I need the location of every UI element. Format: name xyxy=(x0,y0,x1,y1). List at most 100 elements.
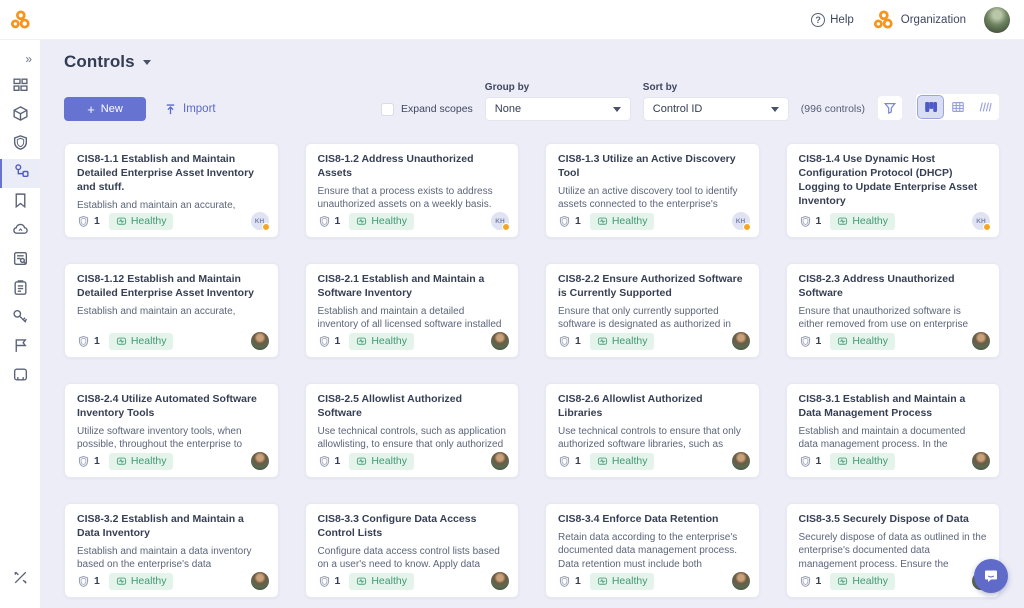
shield-icon xyxy=(77,575,90,588)
avatar[interactable]: KH xyxy=(732,212,750,230)
scope-indicator: 1 xyxy=(318,335,341,348)
chat-button[interactable] xyxy=(974,559,1008,593)
page-title[interactable]: Controls xyxy=(64,52,135,72)
avatar[interactable] xyxy=(972,332,990,350)
control-card[interactable]: CIS8-1.12 Establish and Maintain Detaile… xyxy=(64,263,279,358)
control-card[interactable]: CIS8-2.6 Allowlist Authorized Libraries … xyxy=(545,383,760,478)
scope-count: 1 xyxy=(335,215,341,227)
user-avatar[interactable] xyxy=(984,7,1010,33)
health-pulse-icon xyxy=(356,576,367,587)
page-title-caret-icon[interactable] xyxy=(143,60,151,65)
shield-icon xyxy=(77,335,90,348)
avatar[interactable]: KH xyxy=(251,212,269,230)
cards-view-button[interactable] xyxy=(918,96,943,118)
avatar[interactable] xyxy=(491,572,509,590)
control-card[interactable]: CIS8-2.4 Utilize Automated Software Inve… xyxy=(64,383,279,478)
sidebar-item-cube[interactable] xyxy=(0,101,40,130)
avatar[interactable] xyxy=(251,572,269,590)
view-toggle-group xyxy=(915,93,1000,121)
card-description: Establish and maintain a documented data… xyxy=(799,425,988,450)
control-card[interactable]: CIS8-2.5 Allowlist Authorized Software U… xyxy=(305,383,520,478)
status-badge: Healthy xyxy=(349,213,414,230)
import-button[interactable]: Import xyxy=(164,97,216,121)
control-card[interactable]: CIS8-3.1 Establish and Maintain a Data M… xyxy=(786,383,1001,478)
sidebar-item-clipboard[interactable] xyxy=(0,275,40,304)
card-description: Establish and maintain a detailed invent… xyxy=(318,305,507,330)
avatar[interactable] xyxy=(251,332,269,350)
control-card[interactable]: CIS8-1.3 Utilize an Active Discovery Too… xyxy=(545,143,760,238)
avatar[interactable] xyxy=(732,572,750,590)
avatar[interactable] xyxy=(972,452,990,470)
control-card[interactable]: CIS8-3.4 Enforce Data Retention Retain d… xyxy=(545,503,760,598)
organization-button[interactable]: Organization xyxy=(872,9,966,31)
sidebar-item-workflow[interactable] xyxy=(0,159,40,188)
card-description: Configure data access control lists base… xyxy=(318,545,507,570)
new-button-label: New xyxy=(101,103,123,115)
scope-count: 1 xyxy=(94,335,100,347)
sidebar-expand-icon[interactable]: » xyxy=(0,46,40,72)
expand-scopes-checkbox[interactable]: Expand scopes xyxy=(381,97,473,121)
avatar[interactable] xyxy=(491,452,509,470)
card-title: CIS8-1.2 Address Unauthorized Assets xyxy=(318,153,507,181)
control-card[interactable]: CIS8-1.4 Use Dynamic Host Configuration … xyxy=(786,143,1001,238)
control-card[interactable]: CIS8-2.1 Establish and Maintain a Softwa… xyxy=(305,263,520,358)
import-icon xyxy=(164,103,177,116)
card-title: CIS8-3.4 Enforce Data Retention xyxy=(558,513,747,527)
table-view-button[interactable] xyxy=(945,96,970,118)
control-card[interactable]: CIS8-1.1 Establish and Maintain Detailed… xyxy=(64,143,279,238)
sidebar-item-key[interactable] xyxy=(0,304,40,333)
scope-indicator: 1 xyxy=(558,335,581,348)
scope-indicator: 1 xyxy=(77,335,100,348)
sidebar-item-bookmark[interactable] xyxy=(0,188,40,217)
organization-logo-icon xyxy=(872,9,894,31)
shield-icon xyxy=(799,455,812,468)
health-pulse-icon xyxy=(597,216,608,227)
toolbar: + New Import Expand scopes Group by None xyxy=(64,82,1000,121)
avatar[interactable] xyxy=(251,452,269,470)
control-card[interactable]: CIS8-3.3 Configure Data Access Control L… xyxy=(305,503,520,598)
sidebar-item-shield[interactable] xyxy=(0,130,40,159)
control-card[interactable]: CIS8-2.3 Address Unauthorized Software E… xyxy=(786,263,1001,358)
control-card[interactable]: CIS8-3.5 Securely Dispose of Data Secure… xyxy=(786,503,1001,598)
sidebar-item-dashboard[interactable] xyxy=(0,72,40,101)
new-button[interactable]: + New xyxy=(64,97,146,121)
card-description: Establish and maintain an accurate, xyxy=(77,305,266,319)
control-card[interactable]: CIS8-3.2 Establish and Maintain a Data I… xyxy=(64,503,279,598)
sidebar-item-tools[interactable] xyxy=(0,565,40,594)
avatar[interactable]: KH xyxy=(972,212,990,230)
card-title: CIS8-3.5 Securely Dispose of Data xyxy=(799,513,988,527)
card-title: CIS8-1.4 Use Dynamic Host Configuration … xyxy=(799,153,988,209)
card-title: CIS8-3.2 Establish and Maintain a Data I… xyxy=(77,513,266,541)
scope-count: 1 xyxy=(575,215,581,227)
shield-icon xyxy=(318,455,331,468)
sidebar-item-cloud[interactable] xyxy=(0,217,40,246)
card-description: Use technical controls, such as applicat… xyxy=(318,425,507,450)
timeline-view-button[interactable] xyxy=(972,96,997,118)
cards-view-icon xyxy=(924,100,938,114)
tools-icon xyxy=(12,569,29,591)
avatar[interactable] xyxy=(732,452,750,470)
health-pulse-icon xyxy=(116,456,127,467)
controls-count: (996 controls) xyxy=(801,97,865,121)
shield-icon xyxy=(799,215,812,228)
group-by-select[interactable]: None xyxy=(485,97,631,121)
brand-logo-icon[interactable] xyxy=(0,0,40,40)
health-pulse-icon xyxy=(597,336,608,347)
filter-funnel-icon xyxy=(883,101,897,115)
avatar[interactable]: KH xyxy=(491,212,509,230)
sidebar-item-list-search[interactable] xyxy=(0,246,40,275)
control-card[interactable]: CIS8-1.2 Address Unauthorized Assets Ens… xyxy=(305,143,520,238)
scope-count: 1 xyxy=(816,215,822,227)
help-button[interactable]: ? Help xyxy=(811,13,854,27)
avatar[interactable] xyxy=(491,332,509,350)
avatar[interactable] xyxy=(732,332,750,350)
status-label: Healthy xyxy=(852,455,888,467)
sort-by-select[interactable]: Control ID xyxy=(643,97,789,121)
scope-indicator: 1 xyxy=(799,455,822,468)
sidebar-item-window[interactable] xyxy=(0,362,40,391)
control-card[interactable]: CIS8-2.2 Ensure Authorized Software is C… xyxy=(545,263,760,358)
filter-button[interactable] xyxy=(877,95,903,121)
scope-indicator: 1 xyxy=(558,575,581,588)
sidebar-item-flag[interactable] xyxy=(0,333,40,362)
shield-icon xyxy=(558,455,571,468)
